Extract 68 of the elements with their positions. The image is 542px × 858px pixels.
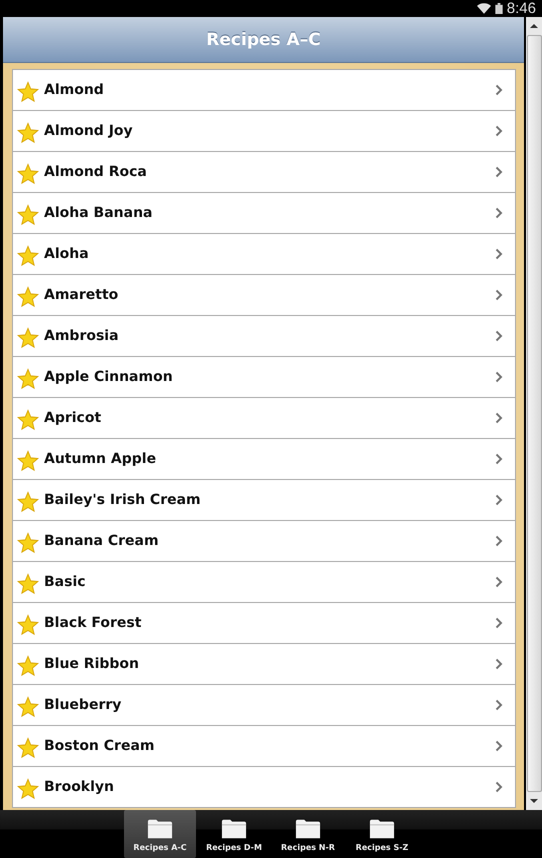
chevron-icon <box>495 453 503 465</box>
page-title: Recipes A–C <box>206 30 321 50</box>
recipe-list-item[interactable]: Ambrosia <box>13 316 515 357</box>
star-icon <box>17 573 39 595</box>
chevron-icon <box>495 371 503 383</box>
chevron-icon <box>495 207 503 219</box>
star-icon <box>17 532 39 554</box>
star-icon <box>17 409 39 431</box>
star-icon <box>17 204 39 226</box>
star-icon <box>17 122 39 144</box>
chevron-icon <box>495 84 503 96</box>
star-icon <box>17 245 39 267</box>
recipe-list-item[interactable]: Brooklyn <box>13 767 515 808</box>
recipe-list-item[interactable]: Almond Roca <box>13 152 515 193</box>
recipe-list-item[interactable]: Apricot <box>13 398 515 439</box>
star-icon <box>17 737 39 759</box>
star-icon <box>17 696 39 718</box>
chevron-icon <box>495 781 503 793</box>
star-icon <box>17 655 39 677</box>
star-icon <box>17 450 39 472</box>
scroll-down-icon[interactable] <box>530 798 538 804</box>
recipe-list-item[interactable]: Amaretto <box>13 275 515 316</box>
chevron-icon <box>495 658 503 670</box>
tab[interactable]: Recipes N-R <box>272 810 344 858</box>
folder-icon <box>295 818 321 840</box>
status-time: 8:46 <box>506 0 536 17</box>
recipe-list-item[interactable]: Aloha <box>13 234 515 275</box>
chevron-icon <box>495 166 503 178</box>
chevron-icon <box>495 248 503 260</box>
chevron-icon <box>495 617 503 629</box>
chevron-icon <box>495 289 503 301</box>
recipe-list-item[interactable]: Boston Cream <box>13 726 515 767</box>
recipe-list-item[interactable]: Basic <box>13 562 515 603</box>
star-icon <box>17 163 39 185</box>
recipe-list-item[interactable]: Almond <box>13 70 515 111</box>
folder-icon <box>369 818 395 840</box>
chevron-icon <box>495 535 503 547</box>
star-icon <box>17 81 39 103</box>
scroll-up-icon[interactable] <box>530 23 538 29</box>
recipe-list-item[interactable]: Apple Cinnamon <box>13 357 515 398</box>
chevron-icon <box>495 494 503 506</box>
star-icon <box>17 368 39 390</box>
chevron-icon <box>495 330 503 342</box>
recipe-list-item[interactable]: Blueberry <box>13 685 515 726</box>
folder-icon <box>147 818 173 840</box>
recipe-list-item[interactable]: Aloha Banana <box>13 193 515 234</box>
chevron-icon <box>495 576 503 588</box>
chevron-icon <box>495 125 503 137</box>
recipe-list-item[interactable]: Autumn Apple <box>13 439 515 480</box>
star-icon <box>17 491 39 513</box>
chevron-icon <box>495 740 503 752</box>
recipe-list-item[interactable]: Banana Cream <box>13 521 515 562</box>
star-icon <box>17 614 39 636</box>
tab[interactable]: Recipes A-C <box>124 810 196 858</box>
battery-icon <box>494 3 503 14</box>
tab[interactable]: Recipes S-Z <box>346 810 418 858</box>
star-icon <box>17 327 39 349</box>
wifi-icon <box>476 3 491 14</box>
chevron-icon <box>495 699 503 711</box>
recipe-list-item[interactable]: Blue Ribbon <box>13 644 515 685</box>
star-icon <box>17 778 39 800</box>
recipe-list-item[interactable]: Almond Joy <box>13 111 515 152</box>
chevron-icon <box>495 412 503 424</box>
star-icon <box>17 286 39 308</box>
recipe-list-item[interactable]: Bailey's Irish Cream <box>13 480 515 521</box>
recipe-list-item[interactable]: Black Forest <box>13 603 515 644</box>
tab[interactable]: Recipes D-M <box>198 810 270 858</box>
folder-icon <box>221 818 247 840</box>
